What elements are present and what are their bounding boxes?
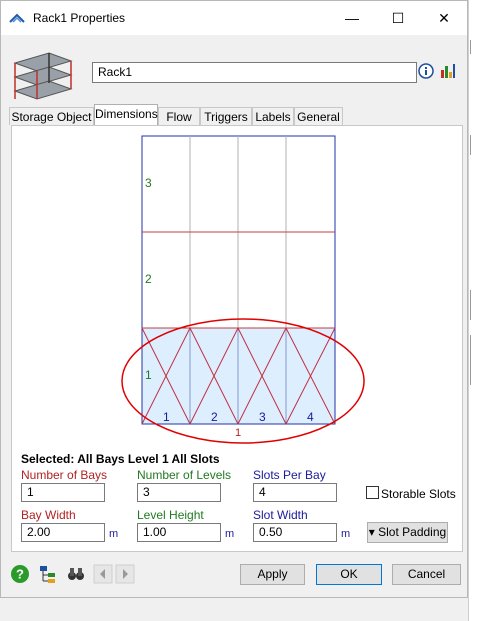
ok-button[interactable]: OK	[316, 564, 382, 585]
bay-width-unit: m	[109, 528, 119, 540]
bay-slot-label: 1	[163, 410, 170, 424]
level-height-unit: m	[225, 528, 235, 540]
previous-arrow-icon[interactable]	[93, 564, 113, 584]
bay-slot-label: 3	[259, 410, 266, 424]
tree-view-icon[interactable]	[38, 564, 58, 584]
background-edge-mark	[470, 335, 479, 385]
level-height-input[interactable]: 1.00	[137, 523, 221, 542]
selection-title: Selected: All Bays Level 1 All Slots	[21, 452, 220, 466]
number-of-bays-label: Number of Bays	[21, 468, 108, 482]
slot-padding-button[interactable]: ▾ Slot Padding	[367, 522, 448, 543]
apply-button[interactable]: Apply	[240, 564, 305, 585]
bay-number-label: 1	[235, 427, 242, 439]
bay-slot-label: 2	[211, 410, 218, 424]
level-label-3: 3	[145, 176, 152, 190]
properties-window: Rack1 Properties — ☐ ✕ Rack1 Storage Obj…	[0, 0, 468, 598]
help-icon[interactable]: ?	[10, 564, 30, 584]
slot-width-input[interactable]: 0.50	[253, 523, 337, 542]
background-edge-mark	[470, 135, 479, 155]
slot-width-unit: m	[341, 528, 351, 540]
number-of-levels-input[interactable]: 3	[137, 483, 221, 502]
cancel-button[interactable]: Cancel	[392, 564, 461, 585]
bay-width-input[interactable]: 2.00	[21, 523, 105, 542]
svg-text:?: ?	[16, 567, 24, 582]
binoculars-icon[interactable]	[66, 564, 86, 584]
slots-per-bay-input[interactable]: 4	[253, 483, 337, 502]
rack-diagram[interactable]	[1, 1, 469, 451]
background-edge-mark	[470, 40, 479, 54]
bay-slot-label: 4	[307, 410, 314, 424]
level-height-label: Level Height	[137, 508, 204, 522]
number-of-levels-label: Number of Levels	[137, 468, 232, 482]
storable-slots-checkbox[interactable]	[366, 486, 379, 499]
level-label-1: 1	[145, 368, 152, 382]
background-edge-mark	[470, 290, 479, 320]
next-arrow-icon[interactable]	[115, 564, 135, 584]
slot-width-label: Slot Width	[253, 508, 308, 522]
level-label-2: 2	[145, 272, 152, 286]
bay-width-label: Bay Width	[21, 508, 76, 522]
number-of-bays-input[interactable]: 1	[21, 483, 105, 502]
slots-per-bay-label: Slots Per Bay	[253, 468, 326, 482]
storable-slots-label: Storable Slots	[381, 487, 456, 501]
